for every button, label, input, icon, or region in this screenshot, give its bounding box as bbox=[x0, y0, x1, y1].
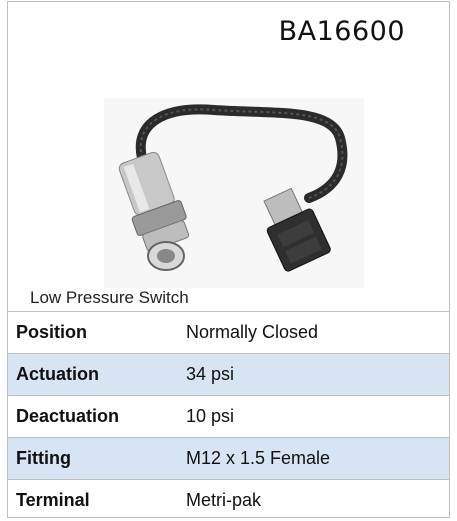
product-card: BA16600 bbox=[7, 1, 450, 518]
spec-label: Fitting bbox=[8, 438, 178, 480]
pressure-switch-photo-icon bbox=[104, 98, 364, 288]
spec-value: Metri-pak bbox=[178, 480, 449, 521]
spec-value: 10 psi bbox=[178, 396, 449, 438]
spec-value: Normally Closed bbox=[178, 312, 449, 354]
table-row: Actuation 34 psi bbox=[8, 354, 449, 396]
spec-label: Deactuation bbox=[8, 396, 178, 438]
table-row: Fitting M12 x 1.5 Female bbox=[8, 438, 449, 480]
product-photo bbox=[104, 98, 364, 288]
table-row: Terminal Metri-pak bbox=[8, 480, 449, 521]
spec-label: Terminal bbox=[8, 480, 178, 521]
table-row: Position Normally Closed bbox=[8, 312, 449, 354]
spec-value: 34 psi bbox=[178, 354, 449, 396]
spec-label: Position bbox=[8, 312, 178, 354]
specs-table: Position Normally Closed Actuation 34 ps… bbox=[8, 311, 449, 521]
spec-value: M12 x 1.5 Female bbox=[178, 438, 449, 480]
product-header: BA16600 bbox=[8, 2, 449, 311]
part-number: BA16600 bbox=[279, 16, 405, 47]
product-caption: Low Pressure Switch bbox=[30, 288, 189, 308]
table-row: Deactuation 10 psi bbox=[8, 396, 449, 438]
spec-label: Actuation bbox=[8, 354, 178, 396]
